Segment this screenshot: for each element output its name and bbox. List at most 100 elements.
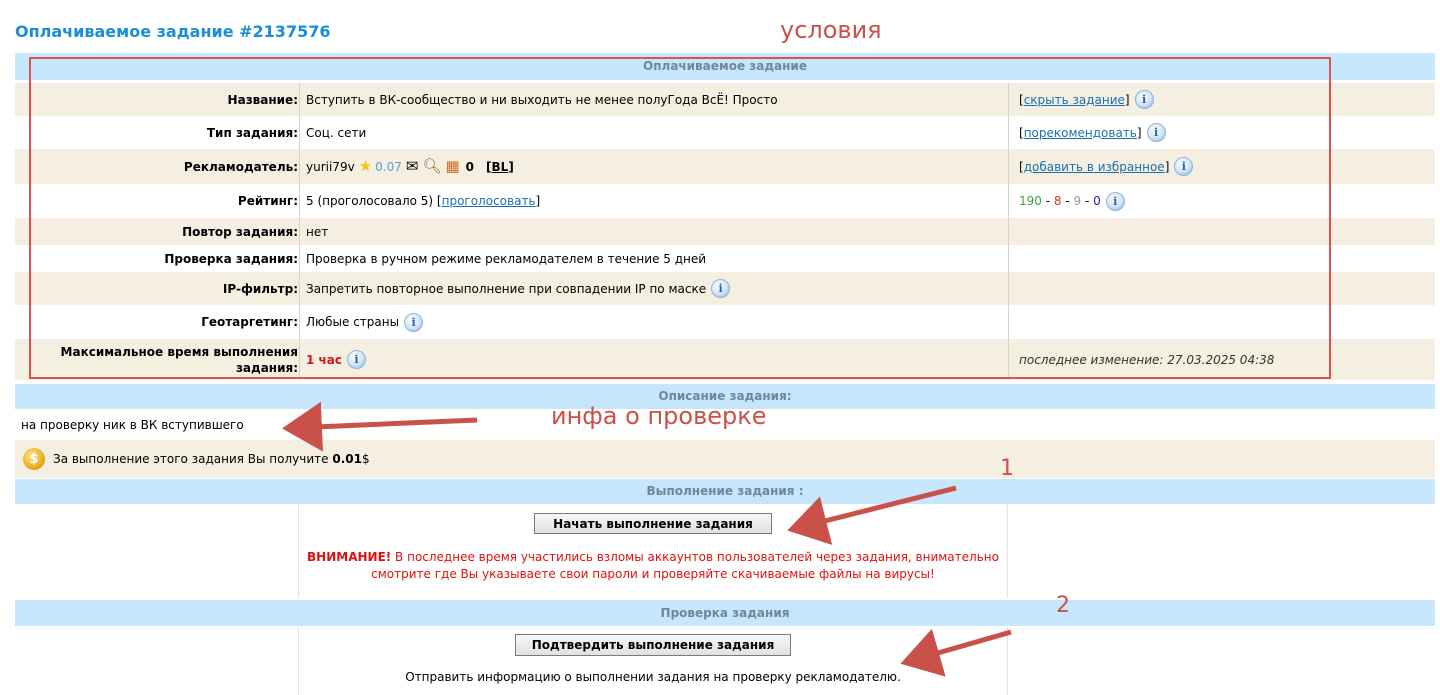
check-label: Проверка задания:: [164, 251, 298, 266]
stat-positive: 190: [1019, 194, 1042, 208]
stat-neutral: 9: [1073, 194, 1082, 208]
bl-link[interactable]: BL: [492, 160, 509, 174]
task-section-header: Оплачиваемое задание: [15, 53, 1435, 80]
empty-cell: [1008, 305, 1435, 339]
bracket: ]: [1164, 159, 1170, 174]
stat-negative: 8: [1053, 194, 1062, 208]
separator: -: [1041, 194, 1054, 208]
annotation-check-info: инфа о проверке: [551, 402, 767, 430]
max-time-label-line2: задания:: [235, 360, 298, 375]
annotation-step-2: 2: [1056, 593, 1070, 618]
favorite-cell: [добавить в избранное] i: [1008, 149, 1435, 184]
security-warning: ВНИМАНИЕ! В последнее время участились в…: [300, 549, 1006, 583]
divider: [1007, 505, 1008, 598]
vote-link[interactable]: проголосовать: [442, 194, 536, 208]
divider: [298, 627, 299, 695]
geo-value: Любые страны i: [299, 305, 1007, 339]
divider: [298, 505, 299, 598]
repeat-label: Повтор задания:: [182, 224, 298, 239]
ip-filter-text: Запретить повторное выполнение при совпа…: [306, 281, 707, 296]
warning-label: ВНИМАНИЕ!: [307, 550, 392, 564]
reward-unit: $: [361, 452, 370, 466]
bracket: ]: [508, 159, 514, 174]
bracket: ]: [1124, 92, 1130, 107]
empty-cell: [1008, 245, 1435, 272]
row-max-time: Максимальное время выполнения задания: 1…: [15, 339, 1435, 380]
ip-filter-label: IP-фильтр:: [222, 281, 298, 296]
reward-cell: $ За выполнение этого задания Вы получит…: [23, 440, 370, 478]
advertiser-value: yurii79v ★ 0.07 ✉ 🔍︎ ▦ 0 [BL]: [299, 149, 1007, 184]
advertiser-count: 0: [465, 159, 475, 174]
info-icon[interactable]: i: [404, 312, 424, 332]
bracket: ]: [535, 194, 541, 208]
rating-stats: 190 - 8 - 9 - 0 i: [1008, 184, 1435, 218]
row-ip-filter: IP-фильтр: Запретить повторное выполнени…: [15, 272, 1435, 305]
row-name: Название: Вступить в ВК-сообщество и ни …: [15, 83, 1435, 116]
row-geo: Геотаргетинг: Любые страны i: [15, 305, 1435, 339]
check-value: Проверка в ручном режиме рекламодателем …: [299, 245, 1007, 272]
verification-note: Отправить информацию о выполнении задани…: [405, 670, 901, 684]
ip-filter-value: Запретить повторное выполнение при совпа…: [299, 272, 1007, 305]
info-icon[interactable]: i: [1146, 123, 1166, 142]
bracket: ]: [1136, 125, 1142, 140]
row-type: Тип задания: Соц. сети [порекомендовать]…: [15, 116, 1435, 149]
stat-other: 0: [1093, 194, 1101, 208]
verification-header: Проверка задания: [15, 600, 1435, 626]
reward-value: 0.01: [332, 452, 362, 466]
last-modified-text: последнее изменение: 27.03.2025 04:38: [1019, 352, 1275, 367]
rating-text: 5 (проголосовало 5) [: [306, 194, 442, 208]
magnifier-icon[interactable]: 🔍︎: [422, 159, 441, 174]
advertiser-rating: 0.07: [375, 159, 402, 174]
geo-label: Геотаргетинг:: [201, 315, 298, 329]
star-icon: ★: [358, 157, 373, 175]
annotation-step-1: 1: [1000, 456, 1014, 481]
execution-header: Выполнение задания :: [15, 479, 1435, 504]
geo-text: Любые страны: [306, 315, 400, 329]
max-time-text: 1 час: [306, 352, 342, 367]
separator: -: [1081, 194, 1094, 208]
name-label: Название:: [227, 92, 298, 107]
name-value: Вступить в ВК-сообщество и ни выходить н…: [299, 83, 1007, 116]
brick-wall-icon[interactable]: ▦: [445, 159, 459, 174]
info-icon[interactable]: i: [1105, 191, 1125, 211]
description-text: на проверку ник в ВК вступившего: [21, 417, 244, 432]
info-icon[interactable]: i: [1174, 157, 1194, 176]
add-favorite-link[interactable]: добавить в избранное: [1024, 160, 1165, 174]
page-title: Оплачиваемое задание #2137576: [15, 22, 331, 41]
advertiser-username: yurii79v: [306, 159, 355, 174]
empty-cell: [1008, 272, 1435, 305]
annotation-conditions: условия: [780, 16, 882, 44]
mail-icon[interactable]: ✉: [406, 159, 419, 174]
row-repeat: Повтор задания: нет: [15, 218, 1435, 245]
bl-bracket: [BL]: [486, 160, 514, 174]
recommend-link[interactable]: порекомендовать: [1024, 126, 1137, 140]
confirm-task-button[interactable]: Подтвердить выполнение задания: [515, 634, 791, 656]
rating-value: 5 (проголосовало 5) [проголосовать]: [299, 184, 1007, 218]
start-task-button[interactable]: Начать выполнение задания: [534, 513, 772, 534]
last-modified: последнее изменение: 27.03.2025 04:38: [1008, 339, 1435, 380]
row-rating: Рейтинг: 5 (проголосовало 5) [проголосов…: [15, 184, 1435, 218]
separator: -: [1061, 194, 1074, 208]
info-icon[interactable]: i: [1134, 90, 1154, 109]
advertiser-label: Рекламодатель:: [183, 159, 298, 174]
divider: [1007, 627, 1008, 695]
recommend-cell: [порекомендовать] i: [1008, 116, 1435, 149]
hide-task-cell: [скрыть задание] i: [1008, 83, 1435, 116]
row-advertiser: Рекламодатель: yurii79v ★ 0.07 ✉ 🔍︎ ▦ 0 …: [15, 149, 1435, 184]
row-check: Проверка задания: Проверка в ручном режи…: [15, 245, 1435, 272]
rating-label: Рейтинг:: [237, 194, 298, 208]
empty-cell: [1008, 218, 1435, 245]
max-time-label-line1: Максимальное время выполнения: [60, 344, 298, 359]
warning-text: В последнее время участились взломы акка…: [371, 550, 999, 581]
coin-icon: $: [23, 448, 45, 470]
type-value: Соц. сети: [299, 116, 1007, 149]
reward-text: За выполнение этого задания Вы получите: [53, 452, 333, 466]
hide-task-link[interactable]: скрыть задание: [1024, 93, 1125, 107]
max-time-value: 1 час i: [299, 339, 1007, 380]
arrow-step-2: [900, 628, 1012, 677]
info-icon[interactable]: i: [711, 279, 731, 298]
info-icon[interactable]: i: [346, 350, 366, 369]
reward-row: $ За выполнение этого задания Вы получит…: [15, 440, 1435, 478]
max-time-label: Максимальное время выполнения задания:: [15, 339, 298, 380]
type-label: Тип задания:: [206, 125, 298, 140]
